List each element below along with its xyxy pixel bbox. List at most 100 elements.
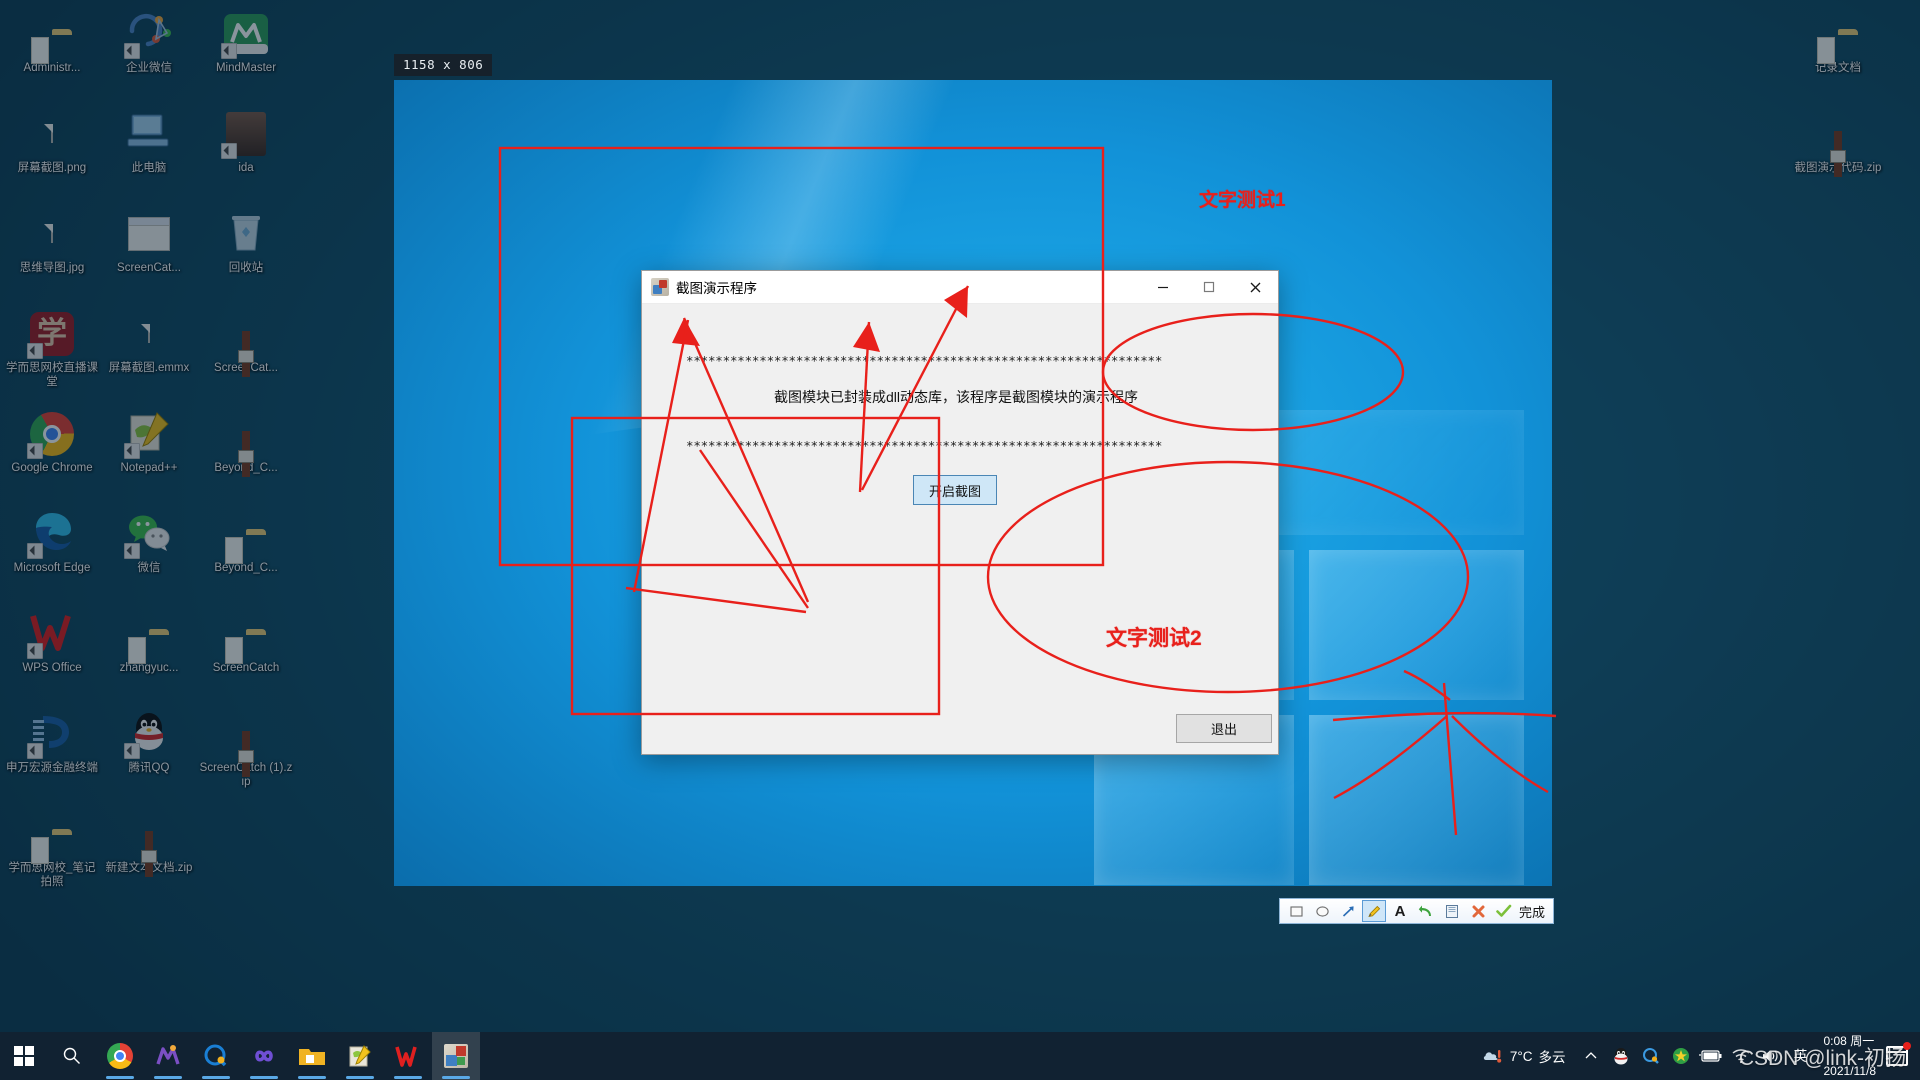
tray-expand-chevron[interactable] (1576, 1032, 1606, 1080)
folder-icon (1814, 10, 1862, 64)
separator-line-top: ****************************************… (686, 353, 1163, 368)
shortcut-arrow-icon (221, 43, 237, 59)
rectangle-tool-button[interactable] (1284, 900, 1308, 922)
taskbar-wps[interactable] (384, 1032, 432, 1080)
taskbar-infinity[interactable] (240, 1032, 288, 1080)
desktop-icon[interactable]: Google Chrome (4, 404, 100, 504)
desktop-icon-grid-right: 记录文档截图演示代码.zip (1790, 4, 1886, 204)
app-window-title: 截图演示程序 (676, 281, 757, 296)
desktop-icon[interactable]: Beyond_C... (198, 504, 294, 604)
winrar-icon (125, 810, 173, 858)
desktop-icon-label: 学而思网校_笔记拍照 (8, 862, 96, 888)
winrar-icon (222, 310, 270, 358)
folder-user-icon (28, 10, 76, 64)
desktop-icon[interactable]: ScreenCatch (198, 604, 294, 704)
maximize-button[interactable] (1186, 271, 1232, 304)
desktop-icon[interactable]: 新建文本文档.zip (101, 804, 197, 904)
desktop-icon[interactable]: 回收站 (198, 204, 294, 304)
minimize-button[interactable] (1140, 271, 1186, 304)
desktop-icon-label: 申万宏源金融终端 (6, 762, 98, 774)
wecom-icon (124, 10, 173, 59)
desktop-icon[interactable]: ScreenCat... (198, 304, 294, 404)
exit-button[interactable]: 退出 (1176, 714, 1272, 743)
search-button[interactable] (48, 1032, 96, 1080)
this-pc-icon (125, 110, 173, 158)
ellipse-tool-button[interactable] (1310, 900, 1334, 922)
taskbar-mindmaster[interactable] (144, 1032, 192, 1080)
desktop-icon[interactable]: 腾讯QQ (101, 704, 197, 804)
desktop-icon[interactable]: ScreenCat... (101, 204, 197, 304)
app-titlebar[interactable]: 截图演示程序 (642, 271, 1278, 304)
demo-app-window[interactable]: 截图演示程序 *********************************… (641, 270, 1279, 755)
desktop-icon[interactable]: Notepad++ (101, 404, 197, 504)
mindmaster-icon (221, 10, 270, 59)
desktop-icon[interactable]: 屏幕截图.png (4, 104, 100, 204)
done-label[interactable]: 完成 (1518, 902, 1549, 921)
desktop-icon-grid-left: Administr... 企业微信 MindMaster 屏幕截图.png 此电脑 ida… (4, 4, 294, 904)
save-tool-button[interactable] (1440, 900, 1464, 922)
text-tool-button[interactable]: A (1388, 900, 1412, 922)
desktop-icon[interactable]: Administr... (4, 4, 100, 104)
folder-icon (222, 510, 270, 564)
taskbar-chrome[interactable] (96, 1032, 144, 1080)
desktop-icon[interactable]: 企业微信 (101, 4, 197, 104)
ida-icon (221, 110, 270, 159)
shortcut-arrow-icon (124, 543, 140, 559)
taskbar-notepadpp[interactable] (336, 1032, 384, 1080)
tray-battery-icon[interactable] (1696, 1032, 1726, 1080)
winrar-icon (1814, 110, 1862, 158)
tray-qq-icon[interactable] (1606, 1032, 1636, 1080)
folder-icon (28, 810, 76, 864)
taskbar: 7°C 多云 英 0:08 周一 2021/11/8 (0, 1032, 1920, 1080)
start-capture-button[interactable]: 开启截图 (913, 475, 997, 505)
desktop-icon[interactable]: 学学而思网校直播课堂 (4, 304, 100, 404)
desktop-icon-label: ScreenCatch (212, 662, 280, 674)
window-file-icon (128, 217, 170, 251)
start-button[interactable] (0, 1032, 48, 1080)
desktop-icon[interactable]: ida (198, 104, 294, 204)
desktop-icon[interactable]: 微信 (101, 504, 197, 604)
shortcut-arrow-icon (27, 543, 43, 559)
desktop-icon-label: Google Chrome (11, 462, 93, 474)
winrar-icon (222, 410, 270, 458)
tray-360-icon[interactable] (1666, 1032, 1696, 1080)
desktop-icon-label: Notepad++ (120, 462, 178, 474)
desktop-icon-label: 此电脑 (131, 162, 167, 174)
wps-icon (27, 610, 76, 659)
desktop-icon-label: 微信 (137, 562, 161, 574)
desktop-icon-label: ida (238, 162, 254, 174)
close-button[interactable] (1232, 271, 1278, 304)
desktop-icon[interactable]: 截图演示代码.zip (1790, 104, 1886, 204)
chrome-icon (27, 410, 76, 459)
app-window-icon (651, 278, 669, 296)
desktop-icon[interactable]: 此电脑 (101, 104, 197, 204)
shenwan-icon (27, 710, 76, 759)
desktop-icon[interactable]: Microsoft Edge (4, 504, 100, 604)
blank-doc-icon (125, 310, 173, 358)
csdn-watermark: CSDN @link-初扬 (1738, 1047, 1906, 1070)
desktop-icon[interactable]: 记录文档 (1790, 4, 1886, 104)
pencil-tool-button[interactable] (1362, 900, 1386, 922)
desktop-icon[interactable]: 申万宏源金融终端 (4, 704, 100, 804)
confirm-tool-button[interactable] (1492, 900, 1516, 922)
desktop-icon[interactable]: 思维导图.jpg (4, 204, 100, 304)
tray-qq-browser-icon[interactable] (1636, 1032, 1666, 1080)
desktop-icon[interactable]: 屏幕截图.emmx (101, 304, 197, 404)
desktop-icon[interactable]: zhangyuc... (101, 604, 197, 704)
desktop-icon[interactable]: WPS Office (4, 604, 100, 704)
desktop-icon[interactable]: MindMaster (198, 4, 294, 104)
undo-tool-button[interactable] (1414, 900, 1438, 922)
screenshot-toolbar[interactable]: A 完成 (1279, 898, 1555, 924)
taskbar-qq-browser[interactable] (192, 1032, 240, 1080)
desktop-icon[interactable]: 学而思网校_笔记拍照 (4, 804, 100, 904)
desktop-icon[interactable]: Beyond_C... (198, 404, 294, 504)
cancel-tool-button[interactable] (1466, 900, 1490, 922)
desktop-icon[interactable]: ScreenCatch (1).zip (198, 704, 294, 804)
weather-widget[interactable]: 7°C 多云 (1478, 1046, 1576, 1066)
recycle-bin-icon (226, 210, 266, 259)
desktop-icon-label: Beyond_C... (214, 562, 278, 574)
taskbar-file-explorer[interactable] (288, 1032, 336, 1080)
blank-doc-icon (148, 324, 150, 343)
taskbar-demo-app[interactable] (432, 1032, 480, 1080)
arrow-tool-button[interactable] (1336, 900, 1360, 922)
